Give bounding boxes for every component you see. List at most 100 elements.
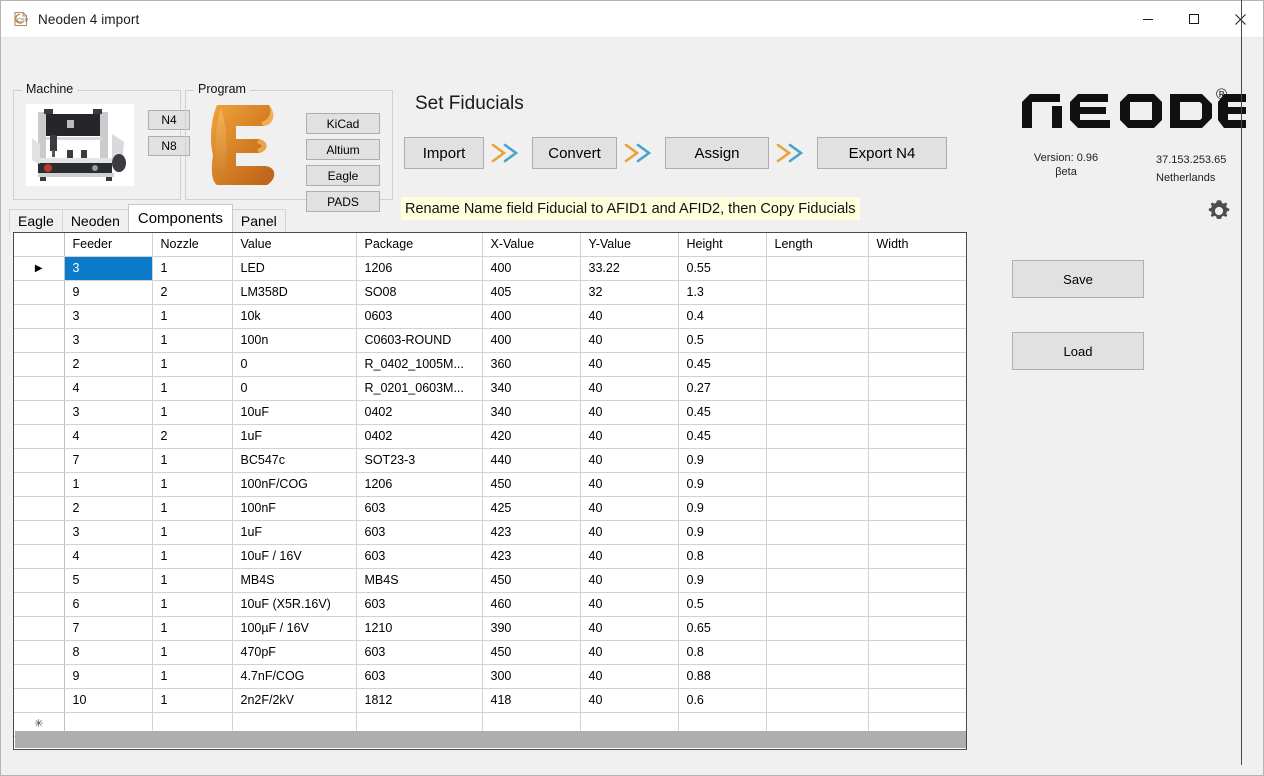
- cell-package[interactable]: 0402: [356, 424, 483, 449]
- cell-x[interactable]: 460: [482, 592, 581, 617]
- cell-width[interactable]: [868, 544, 966, 569]
- cell-feeder[interactable]: 4: [64, 544, 153, 569]
- cell-value[interactable]: 2n2F/2kV: [232, 688, 357, 713]
- cell-height[interactable]: 0.8: [678, 640, 767, 665]
- cell-x[interactable]: 390: [482, 616, 581, 641]
- column-header-x-value[interactable]: X-Value: [482, 233, 581, 257]
- cell-length[interactable]: [766, 376, 869, 401]
- cell-nozzle[interactable]: 1: [152, 640, 233, 665]
- cell-nozzle[interactable]: 1: [152, 256, 233, 281]
- cell-length[interactable]: [766, 640, 869, 665]
- assign-button[interactable]: Assign: [665, 137, 769, 169]
- cell-width[interactable]: [868, 304, 966, 329]
- cell-feeder[interactable]: 3: [64, 328, 153, 353]
- cell-height[interactable]: 0.9: [678, 472, 767, 497]
- row-indicator-cell[interactable]: [14, 664, 65, 689]
- cell-nozzle[interactable]: 1: [152, 352, 233, 377]
- cell-nozzle[interactable]: 1: [152, 304, 233, 329]
- minimize-icon[interactable]: [1125, 1, 1171, 37]
- cell-feeder[interactable]: 7: [64, 616, 153, 641]
- table-row[interactable]: 4 1 0 R_0201_0603M... 340 40 0.27: [14, 376, 966, 401]
- cell-package[interactable]: 603: [356, 640, 483, 665]
- cell-x[interactable]: 340: [482, 400, 581, 425]
- cell-length[interactable]: [766, 304, 869, 329]
- cell-package[interactable]: R_0402_1005M...: [356, 352, 483, 377]
- table-row[interactable]: 9 2 LM358D SO08 405 32 1.3: [14, 280, 966, 305]
- cell-feeder[interactable]: 2: [64, 352, 153, 377]
- cell-y[interactable]: 40: [580, 688, 679, 713]
- cell-x[interactable]: 450: [482, 472, 581, 497]
- cell-value[interactable]: 10k: [232, 304, 357, 329]
- cell-y[interactable]: 33.22: [580, 256, 679, 281]
- cell-package[interactable]: 603: [356, 520, 483, 545]
- cell-y[interactable]: 40: [580, 400, 679, 425]
- cell-height[interactable]: 0.88: [678, 664, 767, 689]
- row-indicator-cell[interactable]: [14, 328, 65, 353]
- cell-width[interactable]: [868, 664, 966, 689]
- row-indicator-cell[interactable]: [14, 544, 65, 569]
- tab-eagle[interactable]: Eagle: [9, 209, 63, 232]
- cell-x[interactable]: 420: [482, 424, 581, 449]
- cell-value[interactable]: 1uF: [232, 424, 357, 449]
- table-row[interactable]: 5 1 MB4S MB4S 450 40 0.9: [14, 568, 966, 593]
- cell-feeder[interactable]: 2: [64, 496, 153, 521]
- cell-width[interactable]: [868, 520, 966, 545]
- row-indicator-cell[interactable]: [14, 448, 65, 473]
- column-header-nozzle[interactable]: Nozzle: [152, 233, 233, 257]
- cell-value[interactable]: 0: [232, 376, 357, 401]
- machine-n4-button[interactable]: N4: [148, 110, 190, 130]
- cell-length[interactable]: [766, 664, 869, 689]
- cell-width[interactable]: [868, 496, 966, 521]
- cell-y[interactable]: 40: [580, 664, 679, 689]
- cell-feeder[interactable]: 9: [64, 664, 153, 689]
- row-indicator-cell[interactable]: [14, 568, 65, 593]
- cell-length[interactable]: [766, 448, 869, 473]
- cell-value[interactable]: 0: [232, 352, 357, 377]
- row-indicator-cell[interactable]: [14, 400, 65, 425]
- row-indicator-cell[interactable]: [14, 352, 65, 377]
- save-button[interactable]: Save: [1012, 260, 1144, 298]
- cell-value[interactable]: 4.7nF/COG: [232, 664, 357, 689]
- cell-nozzle[interactable]: 1: [152, 448, 233, 473]
- cell-height[interactable]: 0.9: [678, 496, 767, 521]
- cell-feeder[interactable]: 10: [64, 688, 153, 713]
- cell-feeder[interactable]: 3: [64, 400, 153, 425]
- cell-width[interactable]: [868, 352, 966, 377]
- cell-feeder[interactable]: 3: [64, 520, 153, 545]
- cell-value[interactable]: 100nF: [232, 496, 357, 521]
- cell-nozzle[interactable]: 1: [152, 592, 233, 617]
- cell-height[interactable]: 0.4: [678, 304, 767, 329]
- column-header-length[interactable]: Length: [766, 233, 869, 257]
- close-icon[interactable]: [1217, 1, 1263, 37]
- cell-y[interactable]: 40: [580, 448, 679, 473]
- cell-length[interactable]: [766, 472, 869, 497]
- cell-width[interactable]: [868, 616, 966, 641]
- cell-value[interactable]: 470pF: [232, 640, 357, 665]
- table-row[interactable]: 9 1 4.7nF/COG 603 300 40 0.88: [14, 664, 966, 689]
- cell-y[interactable]: 40: [580, 592, 679, 617]
- cell-length[interactable]: [766, 520, 869, 545]
- cell-y[interactable]: 40: [580, 520, 679, 545]
- cell-value[interactable]: 100nF/COG: [232, 472, 357, 497]
- row-indicator-cell[interactable]: [14, 616, 65, 641]
- cell-package[interactable]: MB4S: [356, 568, 483, 593]
- cell-feeder[interactable]: 7: [64, 448, 153, 473]
- import-button[interactable]: Import: [404, 137, 484, 169]
- table-row[interactable]: 3 1 10uF 0402 340 40 0.45: [14, 400, 966, 425]
- cell-length[interactable]: [766, 688, 869, 713]
- cell-package[interactable]: 0402: [356, 400, 483, 425]
- cell-y[interactable]: 40: [580, 496, 679, 521]
- cell-package[interactable]: 0603: [356, 304, 483, 329]
- table-row[interactable]: 4 1 10uF / 16V 603 423 40 0.8: [14, 544, 966, 569]
- cell-value[interactable]: 100n: [232, 328, 357, 353]
- cell-value[interactable]: MB4S: [232, 568, 357, 593]
- cell-height[interactable]: 0.27: [678, 376, 767, 401]
- cell-width[interactable]: [868, 328, 966, 353]
- cell-length[interactable]: [766, 568, 869, 593]
- row-indicator-cell[interactable]: [14, 520, 65, 545]
- components-data-grid[interactable]: Feeder Nozzle Value Package X-Value Y-Va…: [13, 232, 967, 750]
- cell-package[interactable]: SO08: [356, 280, 483, 305]
- program-kicad-button[interactable]: KiCad: [306, 113, 380, 134]
- cell-nozzle[interactable]: 1: [152, 664, 233, 689]
- cell-width[interactable]: [868, 376, 966, 401]
